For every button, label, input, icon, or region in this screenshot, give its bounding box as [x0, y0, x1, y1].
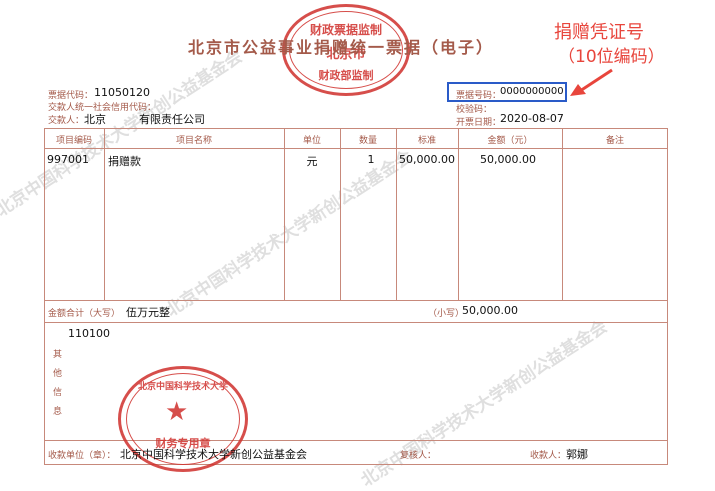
row-name: 捐赠款: [108, 155, 141, 168]
row-code: 997001: [47, 153, 89, 166]
invoice-number-value: 0000000000: [500, 86, 564, 97]
annotation-arrow-icon: [570, 68, 613, 96]
payer-value: 北京 有限责任公司: [84, 113, 205, 126]
annotation-line1: 捐赠凭证号: [554, 22, 644, 43]
invoice-number-label: 票据号码：: [456, 91, 502, 101]
column-header-name: 项目名称: [175, 136, 212, 146]
total-lower-label: （小写）: [428, 309, 465, 319]
row-unit: 元: [306, 155, 318, 168]
total-lower-value: 50,000.00: [462, 304, 518, 317]
other-info-value: 110100: [68, 327, 110, 340]
other-info-label: 其他信息: [53, 350, 63, 417]
check-code-label: 校验码：: [456, 105, 493, 115]
seal-star-icon: ★: [165, 397, 189, 427]
invoice-title: 北京市公益事业捐赠统一票据（电子）: [188, 38, 495, 57]
issue-date-label: 开票日期：: [456, 118, 502, 128]
row-qty: 1: [367, 153, 375, 166]
column-header-amount: 金额（元）: [487, 136, 533, 146]
column-header-std: 标准: [417, 136, 436, 146]
column-header-code: 项目编码: [55, 136, 92, 146]
collector-label: 收款人：: [530, 451, 567, 461]
invoice-code-value: 11050120: [94, 86, 150, 99]
receiver-value: 北京中国科学技术大学新创公益基金会: [120, 448, 307, 461]
collector-value: 郭娜: [566, 448, 588, 461]
total-upper-label: 金额合计（大写）: [48, 309, 121, 319]
receiver-label: 收款单位（章）：: [48, 451, 116, 461]
reviewer-label: 复核人：: [400, 451, 437, 461]
column-header-qty: 数量: [358, 136, 377, 146]
issue-date-value: 2020-08-07: [500, 112, 564, 125]
column-header-unit: 单位: [302, 136, 321, 146]
row-amount: 50,000.00: [480, 153, 536, 166]
row-std: 50,000.00: [399, 153, 455, 166]
column-header-note: 备注: [605, 136, 624, 146]
payer-label: 交款人：: [48, 116, 85, 126]
total-upper-value: 伍万元整: [126, 306, 170, 319]
